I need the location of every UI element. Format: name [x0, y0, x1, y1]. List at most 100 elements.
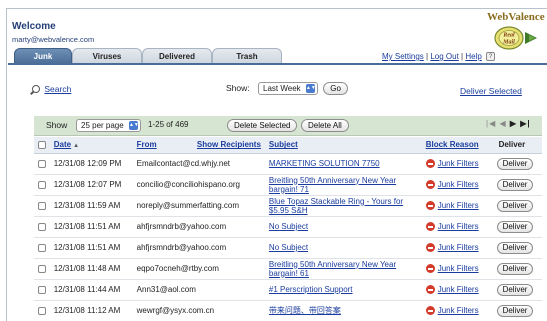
- row-deliver-button[interactable]: Deliver: [496, 241, 534, 254]
- block-icon: [425, 285, 435, 295]
- junk-mail-table: Date ▲ From Show Recipients Subject Block…: [34, 137, 542, 321]
- block-icon: [425, 243, 435, 253]
- row-from: Ann31@aol.com: [136, 279, 265, 301]
- row-checkbox[interactable]: [38, 243, 46, 252]
- row-deliver-button[interactable]: Deliver: [496, 199, 534, 212]
- table-row[interactable]: 12/31/08 11:51 AM ahfjrsmndrb@yahoo.com No…: [34, 237, 542, 259]
- subject-sort-link[interactable]: Subject: [269, 140, 298, 149]
- prev-page-icon[interactable]: ◀: [499, 119, 506, 128]
- row-checkbox[interactable]: [38, 285, 46, 294]
- search-row: Search: [30, 84, 71, 95]
- select-all-checkbox[interactable]: [38, 141, 46, 150]
- table-row[interactable]: 12/31/08 11:59 AM noreply@summerfatting.c…: [34, 195, 542, 217]
- search-icon[interactable]: [30, 84, 40, 95]
- help-icon[interactable]: ?: [486, 52, 496, 62]
- go-button[interactable]: Go: [323, 82, 348, 95]
- account-links: My Settings | Log Out | Help ?: [382, 52, 496, 62]
- row-from: concilio@conciliohispano.org: [136, 174, 265, 196]
- row-block-reason-link[interactable]: Junk Filters: [438, 201, 479, 210]
- first-page-icon[interactable]: |◀: [486, 119, 496, 128]
- row-subject-link[interactable]: Breitling 50th Anniversary New Year barg…: [269, 260, 396, 278]
- col-deliver: Deliver: [494, 137, 542, 154]
- table-row[interactable]: 12/31/08 11:51 AM ahfjrsmndrb@yahoo.com No…: [34, 216, 542, 238]
- col-show-recipients[interactable]: Show Recipients: [196, 137, 265, 154]
- block-icon: [425, 159, 435, 169]
- row-checkbox[interactable]: [38, 201, 46, 210]
- row-block-reason-link[interactable]: Junk Filters: [438, 285, 479, 294]
- period-select[interactable]: Last Week ▲▼: [258, 82, 318, 95]
- row-block-reason-link[interactable]: Junk Filters: [438, 180, 479, 189]
- user-email: marty@webvalence.com: [12, 35, 95, 44]
- logo-product-line2: Mail: [502, 40, 515, 46]
- tab-viruses[interactable]: Viruses: [72, 48, 142, 64]
- block-icon: [425, 201, 435, 211]
- row-from: ahfjrsmndrb@yahoo.com: [136, 237, 265, 259]
- table-row[interactable]: 12/31/08 11:44 AM Ann31@aol.com #1 Perscri…: [34, 279, 542, 301]
- col-date[interactable]: Date ▲: [49, 137, 137, 154]
- row-date: 12/31/08 11:51 AM: [49, 237, 137, 259]
- row-date: 12/31/08 11:51 AM: [49, 216, 137, 238]
- row-date: 12/31/08 11:59 AM: [49, 195, 137, 217]
- row-checkbox[interactable]: [38, 306, 46, 315]
- row-deliver-button[interactable]: Deliver: [496, 157, 534, 170]
- row-deliver-button[interactable]: Deliver: [496, 262, 534, 275]
- tab-delivered[interactable]: Delivered: [142, 48, 212, 64]
- row-subject-link[interactable]: Blue Topaz Stackable Ring - Yours for $5…: [269, 197, 403, 215]
- row-block-reason-link[interactable]: Junk Filters: [438, 159, 479, 168]
- row-subject-link[interactable]: #1 Perscription Support: [269, 285, 353, 294]
- deliver-selected-link[interactable]: Deliver Selected: [460, 86, 522, 96]
- pagination-bar: Show 25 per page ▲▼ 1-25 of 469 Delete S…: [34, 116, 542, 136]
- row-checkbox[interactable]: [38, 264, 46, 273]
- from-sort-link[interactable]: From: [137, 140, 157, 149]
- row-checkbox[interactable]: [38, 222, 46, 231]
- table-row[interactable]: 12/31/08 12:07 PM concilio@conciliohispan…: [34, 174, 542, 196]
- row-subject-link[interactable]: 带来问题、带回答案: [269, 306, 341, 315]
- block-reason-sort-link[interactable]: Block Reason: [426, 140, 479, 149]
- last-page-icon[interactable]: ▶|: [520, 119, 530, 128]
- row-deliver-button[interactable]: Deliver: [496, 220, 534, 233]
- delete-all-button[interactable]: Delete All: [301, 119, 349, 132]
- row-from: Emailcontact@cd.whjy.net: [136, 153, 265, 175]
- delete-selected-button[interactable]: Delete Selected: [227, 119, 298, 132]
- row-checkbox[interactable]: [38, 180, 46, 189]
- row-date: 12/31/08 12:07 PM: [49, 174, 137, 196]
- webvalence-logo: WebValence Real Mail: [477, 11, 547, 53]
- row-deliver-button[interactable]: Deliver: [496, 178, 534, 191]
- row-subject-link[interactable]: No Subject: [269, 243, 308, 252]
- show-recipients-link[interactable]: Show Recipients: [197, 140, 261, 149]
- col-subject[interactable]: Subject: [264, 137, 426, 154]
- my-settings-link[interactable]: My Settings: [382, 52, 424, 61]
- block-icon: [425, 264, 435, 274]
- next-page-icon[interactable]: ▶: [510, 119, 517, 128]
- row-block-reason-link[interactable]: Junk Filters: [438, 264, 479, 273]
- table-row[interactable]: 12/31/08 11:12 AM wewrgf@ysyx.com.cn 带来问题、…: [34, 300, 542, 321]
- date-sort-link[interactable]: Date: [54, 140, 71, 149]
- col-block-reason[interactable]: Block Reason: [425, 137, 495, 154]
- sort-ascending-icon: ▲: [73, 143, 80, 150]
- per-page-select[interactable]: 25 per page ▲▼: [76, 119, 141, 132]
- row-subject-link[interactable]: No Subject: [269, 222, 308, 231]
- row-checkbox[interactable]: [38, 159, 46, 168]
- row-date: 12/31/08 11:12 AM: [49, 300, 137, 321]
- search-link[interactable]: Search: [44, 84, 71, 94]
- tab-junk[interactable]: Junk: [14, 48, 72, 64]
- logo-product-line1: Real: [502, 33, 515, 39]
- page-navigation: |◀ ◀ ▶ ▶|: [486, 119, 531, 128]
- row-block-reason-link[interactable]: Junk Filters: [438, 243, 479, 252]
- log-out-link[interactable]: Log Out: [430, 52, 458, 61]
- row-from: noreply@summerfatting.com: [136, 195, 265, 217]
- help-link[interactable]: Help: [465, 52, 481, 61]
- row-subject-link[interactable]: Breitling 50th Anniversary New Year barg…: [269, 176, 396, 194]
- col-from[interactable]: From: [136, 137, 197, 154]
- row-subject-link[interactable]: MARKETING SOLUTION 7750: [269, 159, 380, 168]
- row-block-reason-link[interactable]: Junk Filters: [438, 222, 479, 231]
- row-block-reason-link[interactable]: Junk Filters: [438, 306, 479, 315]
- tab-trash[interactable]: Trash: [212, 48, 282, 64]
- row-date: 12/31/08 12:09 PM: [49, 153, 137, 175]
- table-row[interactable]: 12/31/08 11:48 AM eqpo7ocneh@rtby.com Brei…: [34, 258, 542, 280]
- row-deliver-button[interactable]: Deliver: [496, 283, 534, 296]
- block-icon: [425, 306, 435, 316]
- table-row[interactable]: 12/31/08 12:09 PM Emailcontact@cd.whjy.ne…: [34, 153, 542, 175]
- period-filter: Show: Last Week ▲▼ Go: [226, 82, 348, 95]
- row-deliver-button[interactable]: Deliver: [496, 304, 534, 317]
